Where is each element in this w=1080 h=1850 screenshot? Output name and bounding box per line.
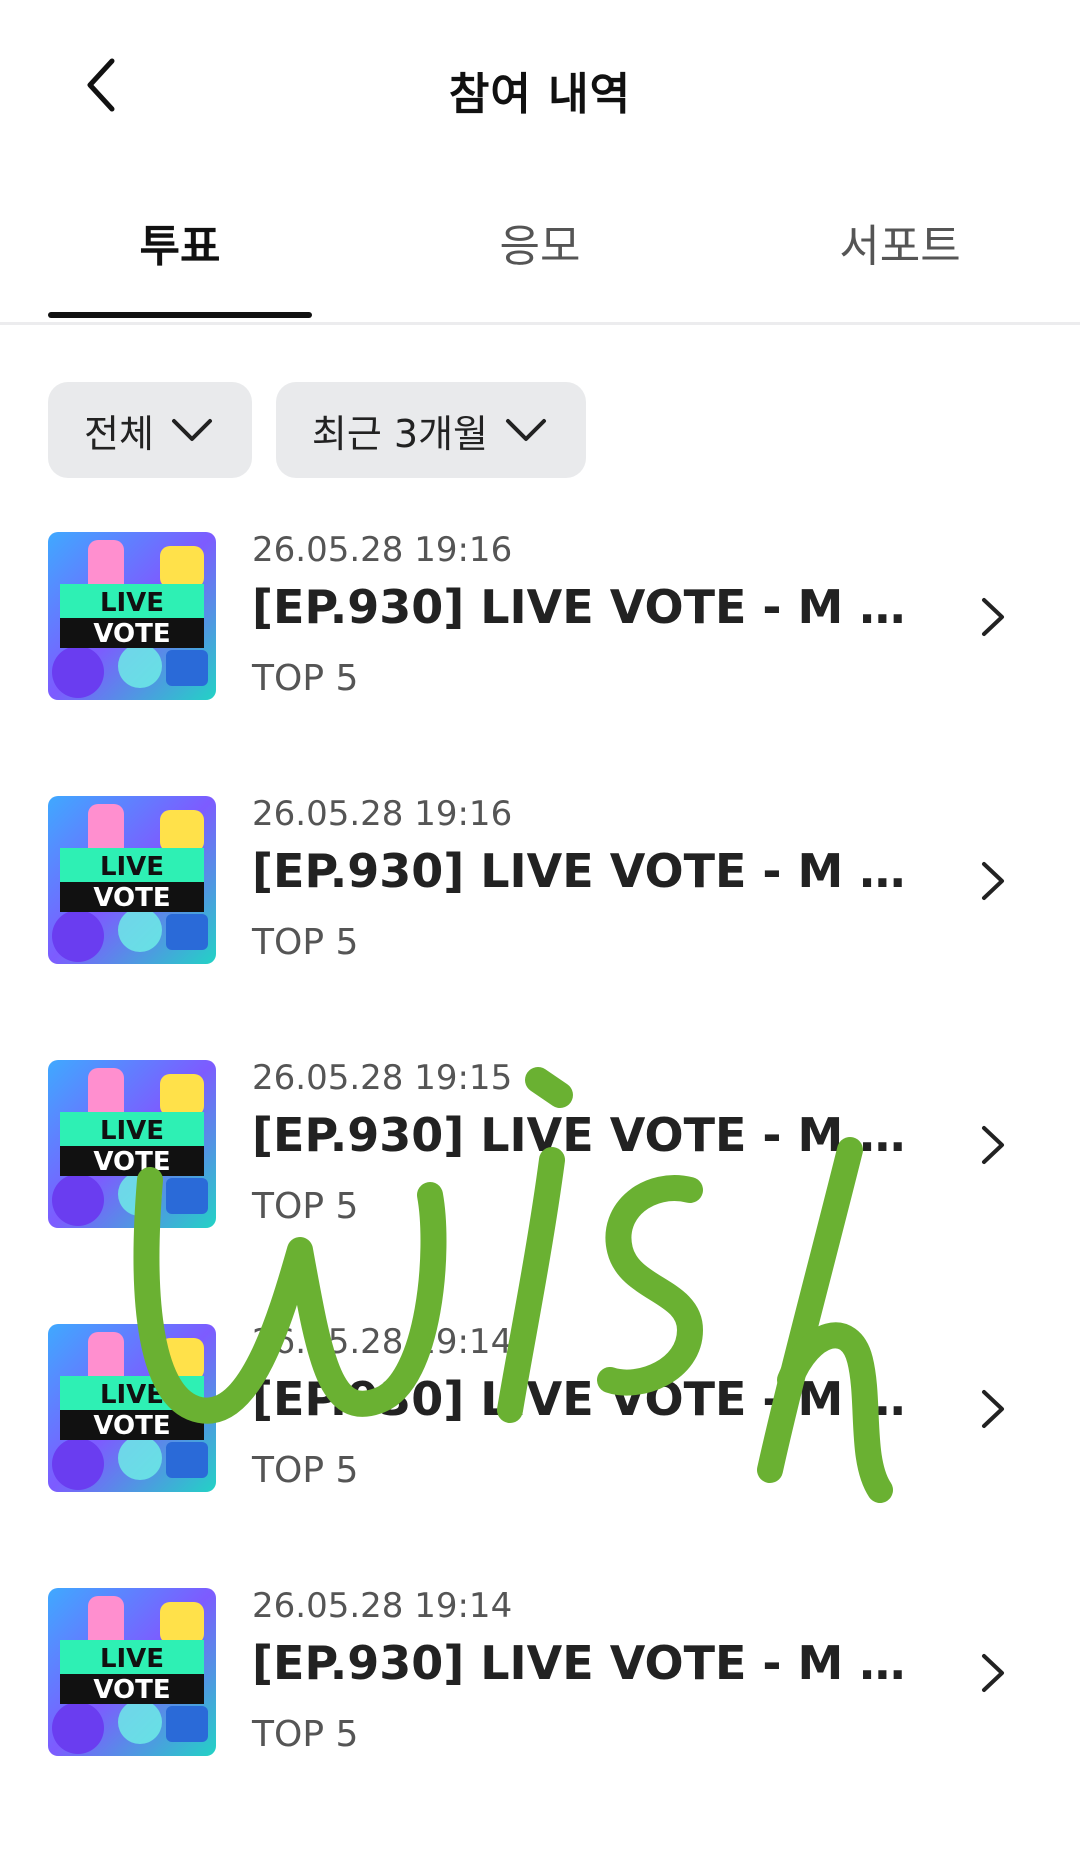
list-item[interactable]: LIVE VOTE 26.05.28 19:15 [EP.930] LIVE V… [0,1058,1080,1322]
filter-period-label: 최근 3개월 [311,411,489,456]
live-vote-thumbnail: LIVE VOTE [48,1588,216,1756]
tab-bar: 투표 응모 서포트 [0,190,1080,325]
header: 참여 내역 [0,0,1080,170]
item-rank: TOP 5 [252,1450,359,1491]
list-item[interactable]: LIVE VOTE 26.05.28 19:14 [EP.930] LIVE V… [0,1322,1080,1586]
item-title: [EP.930] LIVE VOTE - M COUNTDOWN [252,1108,912,1162]
filter-period-dropdown[interactable]: 최근 3개월 [275,382,587,478]
chevron-right-icon [982,862,1004,900]
active-tab-indicator [48,312,312,318]
svg-text:VOTE: VOTE [93,1147,170,1177]
item-title: [EP.930] LIVE VOTE - M COUNTDOWN [252,1636,912,1690]
item-title: [EP.930] LIVE VOTE - M COUNTDOWN [252,844,912,898]
item-date: 26.05.28 19:14 [252,1322,513,1362]
item-rank: TOP 5 [252,922,359,963]
live-vote-thumbnail: LIVE VOTE [48,796,216,964]
chevron-right-icon [982,1390,1004,1428]
live-vote-thumbnail: LIVE VOTE [48,1324,216,1492]
svg-text:LIVE: LIVE [100,588,164,618]
svg-text:LIVE: LIVE [100,1116,164,1146]
svg-text:VOTE: VOTE [93,883,170,913]
tab-support[interactable]: 서포트 [750,210,1050,274]
list-item[interactable]: LIVE VOTE 26.05.28 19:16 [EP.930] LIVE V… [0,794,1080,1058]
svg-text:LIVE: LIVE [100,1644,164,1674]
live-vote-thumbnail: LIVE VOTE [48,532,216,700]
item-rank: TOP 5 [252,1714,359,1755]
svg-text:VOTE: VOTE [93,1411,170,1441]
live-vote-thumbnail: LIVE VOTE [48,1060,216,1228]
item-title: [EP.930] LIVE VOTE - M COUNTDOWN [252,1372,912,1426]
history-list: LIVE VOTE 26.05.28 19:16 [EP.930] LIVE V… [0,530,1080,1850]
filter-category-label: 전체 [84,411,154,456]
chevron-right-icon [982,1126,1004,1164]
svg-text:LIVE: LIVE [100,852,164,882]
list-item[interactable]: LIVE VOTE 26.05.28 19:14 [EP.930] LIVE V… [0,1586,1080,1850]
chevron-right-icon [982,598,1004,636]
item-date: 26.05.28 19:14 [252,1586,513,1626]
item-title: [EP.930] LIVE VOTE - M COUNTDOWN [252,580,912,634]
chevron-down-icon [170,416,214,444]
item-rank: TOP 5 [252,1186,359,1227]
item-date: 26.05.28 19:16 [252,794,513,834]
tab-vote[interactable]: 투표 [30,210,330,274]
list-item[interactable]: LIVE VOTE 26.05.28 19:16 [EP.930] LIVE V… [0,530,1080,794]
item-date: 26.05.28 19:16 [252,530,513,570]
tab-entry[interactable]: 응모 [390,210,690,274]
svg-text:VOTE: VOTE [93,619,170,649]
svg-text:VOTE: VOTE [93,1675,170,1705]
chevron-down-icon [504,416,548,444]
item-date: 26.05.28 19:15 [252,1058,513,1098]
svg-text:LIVE: LIVE [100,1380,164,1410]
page-title: 참여 내역 [448,69,632,120]
filter-category-dropdown[interactable]: 전체 [48,382,252,478]
filter-bar: 전체 최근 3개월 [48,382,587,478]
chevron-right-icon [982,1654,1004,1692]
item-rank: TOP 5 [252,658,359,699]
